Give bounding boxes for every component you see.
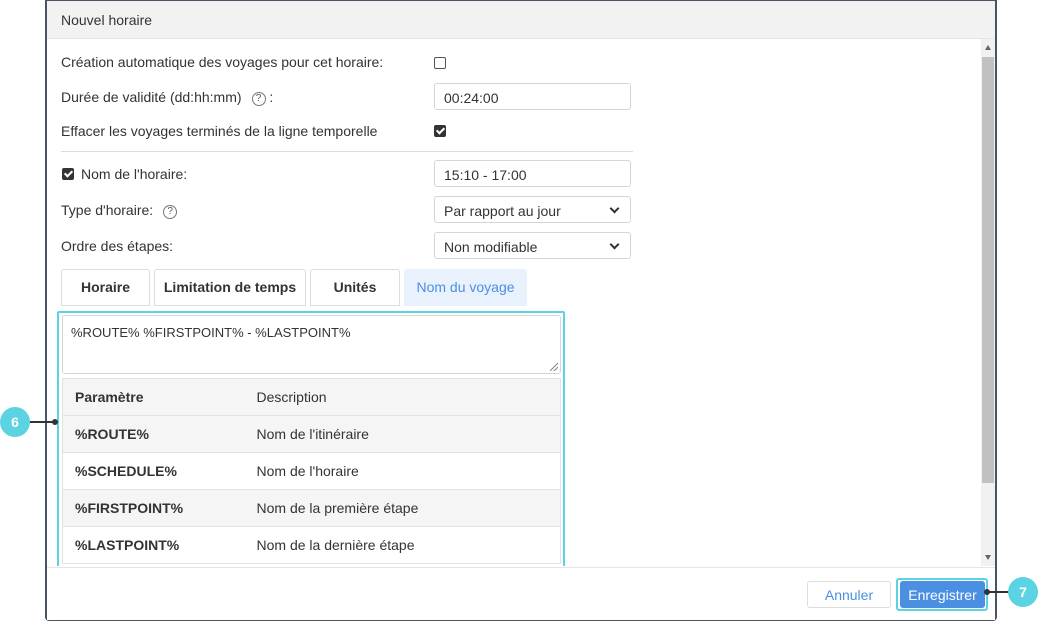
help-icon[interactable]: ? xyxy=(251,92,266,106)
validity-label: Durée de validité (dd:hh:mm)? : xyxy=(61,89,273,106)
stage-order-label: Ordre des étapes: xyxy=(61,238,174,254)
param-cell: %LASTPOINT% xyxy=(62,526,245,564)
table-header-row: Paramètre Description xyxy=(62,378,561,416)
resize-handle-icon[interactable] xyxy=(550,363,558,371)
clear-trips-label: Effacer les voyages terminés de la ligne… xyxy=(61,123,378,139)
tab-horaire[interactable]: Horaire xyxy=(61,269,150,306)
cancel-button[interactable]: Annuler xyxy=(807,581,891,608)
save-button[interactable]: Enregistrer xyxy=(900,581,985,608)
stage-order-select[interactable]: Non modifiable xyxy=(434,232,631,259)
table-row: %ROUTE% Nom de l'itinéraire xyxy=(62,415,561,453)
schedule-type-select[interactable]: Par rapport au jour xyxy=(434,196,631,223)
column-header-desc: Description xyxy=(244,378,561,416)
desc-cell: Nom de la première étape xyxy=(244,489,561,527)
tab-unites[interactable]: Unités xyxy=(310,269,400,306)
desc-cell: Nom de l'itinéraire xyxy=(244,415,561,453)
callout-7-badge: 7 xyxy=(1008,577,1038,607)
param-cell: %SCHEDULE% xyxy=(62,452,245,490)
dialog-footer: Annuler Enregistrer xyxy=(47,567,995,620)
column-header-param: Paramètre xyxy=(62,378,245,416)
help-icon[interactable]: ? xyxy=(163,205,178,219)
scroll-thumb[interactable] xyxy=(982,57,994,483)
dialog-title: Nouvel horaire xyxy=(61,12,153,28)
schedule-name-label: Nom de l'horaire: xyxy=(81,166,188,182)
desc-cell: Nom de l'horaire xyxy=(244,452,561,490)
auto-create-checkbox[interactable] xyxy=(434,57,446,69)
tab-limitation-temps[interactable]: Limitation de temps xyxy=(154,269,306,306)
param-cell: %FIRSTPOINT% xyxy=(62,489,245,527)
callout-7-line xyxy=(986,591,1010,593)
trip-name-template-text: %ROUTE% %FIRSTPOINT% - %LASTPOINT% xyxy=(71,325,351,340)
schedule-name-checkbox[interactable] xyxy=(62,168,74,180)
dialog-header: Nouvel horaire xyxy=(47,1,995,39)
validity-label-text: Durée de validité (dd:hh:mm) xyxy=(61,89,242,105)
clear-trips-checkbox[interactable] xyxy=(434,125,446,137)
scroll-down-icon[interactable] xyxy=(985,555,991,560)
callout-6-line xyxy=(28,421,54,423)
table-row: %LASTPOINT% Nom de la dernière étape xyxy=(62,526,561,564)
auto-create-label: Création automatique des voyages pour ce… xyxy=(61,54,384,70)
stage-order-value: Non modifiable xyxy=(444,239,538,255)
validity-input[interactable]: 00:24:00 xyxy=(434,83,631,110)
validity-colon: : xyxy=(269,89,274,105)
table-row: %SCHEDULE% Nom de l'horaire xyxy=(62,452,561,490)
trip-name-template-input[interactable]: %ROUTE% %FIRSTPOINT% - %LASTPOINT% xyxy=(62,315,561,374)
param-cell: %ROUTE% xyxy=(62,415,245,453)
parameters-table: Paramètre Description %ROUTE% Nom de l'i… xyxy=(62,378,561,564)
new-schedule-dialog: Nouvel horaire Création automatique des … xyxy=(45,0,997,621)
desc-cell: Nom de la dernière étape xyxy=(244,526,561,564)
schedule-type-label: Type d'horaire:? xyxy=(61,202,178,219)
chevron-down-icon xyxy=(609,239,620,250)
scroll-up-icon[interactable] xyxy=(985,45,991,50)
callout-6-badge: 6 xyxy=(0,407,30,437)
dialog-body: Création automatique des voyages pour ce… xyxy=(47,39,979,566)
schedule-name-input[interactable]: 15:10 - 17:00 xyxy=(434,160,631,187)
schedule-type-value: Par rapport au jour xyxy=(444,203,561,219)
chevron-down-icon xyxy=(609,203,620,214)
vertical-scrollbar[interactable] xyxy=(981,39,995,566)
schedule-type-label-text: Type d'horaire: xyxy=(61,202,154,218)
section-divider xyxy=(61,151,633,152)
tab-nom-voyage[interactable]: Nom du voyage xyxy=(404,269,527,306)
table-row: %FIRSTPOINT% Nom de la première étape xyxy=(62,489,561,527)
